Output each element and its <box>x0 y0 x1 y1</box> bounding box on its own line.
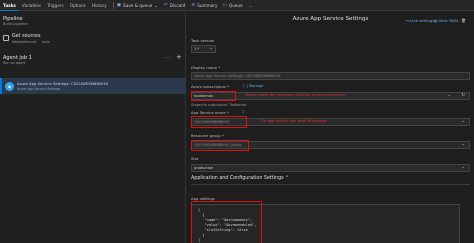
get-sources-item[interactable]: Get sources Newsletter.net main <box>3 34 50 44</box>
get-sources-title: Get sources <box>12 34 41 39</box>
slot-select[interactable]: production ⌄ <box>191 164 470 172</box>
info-icon: ⓘ <box>242 110 246 114</box>
task-name: Azure App Service Settings: CDCUWEXNNNB!… <box>17 81 109 86</box>
azure-subscription-label: Azure subscription * <box>191 84 230 89</box>
task-version-select[interactable]: 1.* ⌄ <box>191 45 216 53</box>
view-yaml-link[interactable]: ▤ View YAML <box>434 18 459 23</box>
task-settings-panel: Azure App Service Settings ⚯ Link setting… <box>187 11 474 243</box>
display-name-input[interactable]: Azure App Service Settings: CDCUWEXNNNB!… <box>191 72 470 80</box>
highlight-box <box>191 140 249 151</box>
chevron-down-icon: ⌄ <box>461 142 465 147</box>
top-toolbar: Tasks Variables Triggers Options History… <box>0 0 474 11</box>
chevron-down-icon: ⌄ <box>461 165 465 170</box>
subscription-annotation: Please select the necessary DevOps servi… <box>245 93 346 97</box>
play-icon: ▷ <box>223 2 227 8</box>
link-settings-link[interactable]: ⚯ Link settings <box>406 18 434 23</box>
subscription-scope-note: Scoped to subscription 'Toolbeman' <box>191 103 248 107</box>
chevron-down-icon: ⌄ <box>154 2 158 8</box>
tab-variables[interactable]: Variables <box>19 0 44 11</box>
pipeline-panel: Pipeline Build pipeline Get sources News… <box>0 11 186 243</box>
undo-icon: ↶ <box>163 2 168 8</box>
task-subtitle: Azure App Service Settings <box>17 87 61 91</box>
task-item-app-service-settings[interactable]: ◆ Azure App Service Settings: CDCUWEXNNN… <box>0 78 186 94</box>
section-header-app-config[interactable]: Application and Configuration Settings ⌃ <box>191 176 289 181</box>
divider <box>112 1 114 9</box>
chevron-up-icon: ⌃ <box>285 176 290 181</box>
tab-history[interactable]: History <box>89 0 110 11</box>
trash-icon: 🗑 <box>461 18 466 23</box>
app-service-annotation: The app service you want to manage <box>260 119 327 123</box>
discard-button[interactable]: ↶ Discard <box>164 3 186 8</box>
summary-button[interactable]: ≡ Summary <box>191 3 217 8</box>
highlight-box <box>191 116 247 128</box>
branch-name: main <box>41 40 51 44</box>
list-icon: ≡ <box>191 2 196 8</box>
azure-app-service-icon: ◆ <box>5 81 14 91</box>
app-service-name-label: App Service name * <box>191 110 229 115</box>
resource-group-label: Resource group * <box>191 133 224 138</box>
save-queue-button[interactable]: ▣ Save & queue ⌄ <box>117 3 158 8</box>
chevron-down-icon: ⌄ <box>209 46 213 51</box>
tab-options[interactable]: Options <box>67 0 89 11</box>
more-button[interactable]: ... <box>249 3 253 8</box>
source-icon <box>3 35 9 41</box>
task-version-label: Task version <box>191 38 215 43</box>
highlight-box <box>191 201 262 243</box>
tab-triggers[interactable]: Triggers <box>44 0 67 11</box>
repo-name: Newsletter.net <box>12 40 37 44</box>
remove-button[interactable]: 🗑 <box>461 18 466 23</box>
display-name-label: Display name * <box>191 65 221 70</box>
tab-tasks[interactable]: Tasks <box>0 0 19 11</box>
queue-button[interactable]: ▷ Queue <box>223 3 242 8</box>
add-task-icon[interactable]: + <box>176 53 182 61</box>
agent-job-subtitle: Run on agent <box>3 61 26 65</box>
highlight-box <box>191 91 236 101</box>
chevron-down-icon: ⌄ <box>461 119 465 124</box>
refresh-icon[interactable]: ↻ <box>461 93 465 99</box>
divider <box>191 184 470 185</box>
document-icon: ▤ <box>434 18 438 23</box>
info-icon: ⓘ <box>242 84 246 88</box>
link-icon: ⚯ <box>406 18 410 23</box>
chevron-down-icon: ⌄ <box>447 93 451 98</box>
slot-label: Slot <box>191 156 199 161</box>
manage-link[interactable]: ⓘ | Manage <box>242 84 263 89</box>
pipeline-subtitle: Build pipeline <box>3 22 28 26</box>
save-icon: ▣ <box>116 2 122 8</box>
more-icon[interactable]: ··· <box>165 55 171 61</box>
